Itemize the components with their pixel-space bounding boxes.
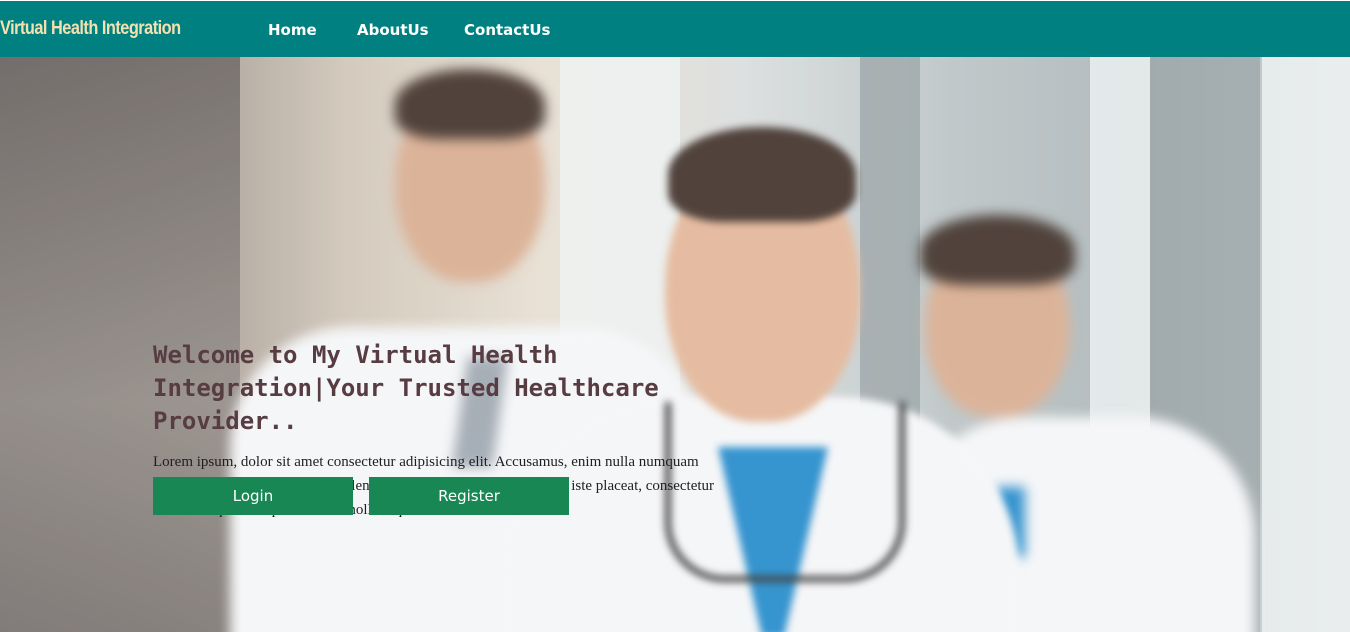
register-button[interactable]: Register [369,477,569,515]
brand-logo-text[interactable]: Virtual Health Integration [0,18,181,40]
nav-link-home[interactable]: Home [268,21,317,39]
nav-link-aboutus[interactable]: AboutUs [357,21,429,39]
nav-link-contactus[interactable]: ContactUs [464,21,550,39]
hero-section: Welcome to My Virtual Health Integration… [0,57,1350,632]
hero-title: Welcome to My Virtual Health Integration… [153,341,659,435]
login-button[interactable]: Login [153,477,353,515]
navbar: Virtual Health Integration Home AboutUs … [0,1,1350,57]
